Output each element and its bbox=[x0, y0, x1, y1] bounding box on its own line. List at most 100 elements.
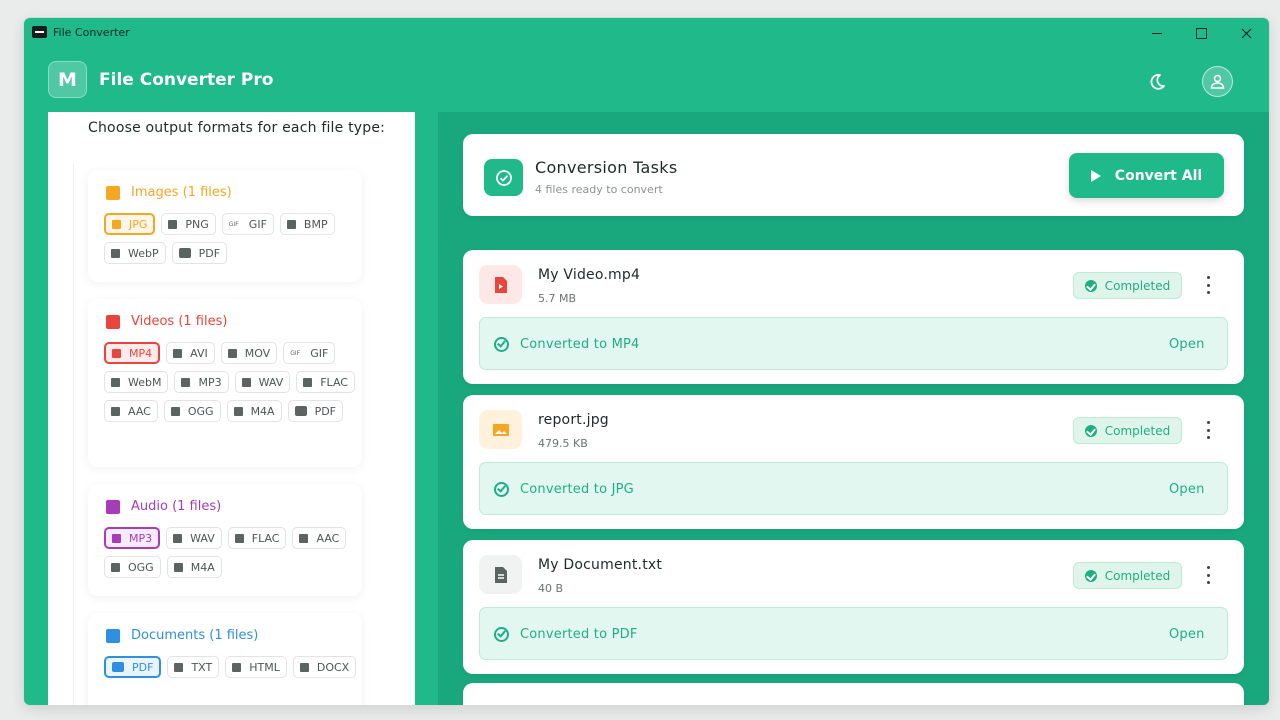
format-chip[interactable]: WebM bbox=[104, 371, 169, 393]
format-chip[interactable]: HTML bbox=[225, 656, 287, 678]
format-chip[interactable]: MP3 bbox=[104, 527, 161, 549]
format-chip[interactable]: MOV bbox=[220, 342, 278, 364]
format-chip[interactable]: FLAC bbox=[296, 371, 355, 393]
convert-all-button[interactable]: Convert All bbox=[1069, 153, 1224, 198]
open-button[interactable]: Open bbox=[1169, 627, 1205, 642]
format-icon bbox=[112, 219, 121, 229]
format-group-label: Documents (1 files) bbox=[131, 628, 259, 643]
format-group-title: Documents (1 files) bbox=[106, 628, 258, 643]
format-icon bbox=[234, 533, 244, 543]
file-card: report.jpg 479.5 KB Completed Converted to … bbox=[463, 395, 1244, 529]
more-options-button[interactable] bbox=[1203, 421, 1213, 439]
app-title: File Converter Pro bbox=[99, 70, 274, 90]
user-account-button[interactable] bbox=[1202, 66, 1233, 97]
format-group-label: Videos (1 files) bbox=[131, 314, 228, 329]
format-icon: GIF bbox=[290, 349, 301, 357]
format-chip[interactable]: FLAC bbox=[227, 527, 287, 549]
format-icon bbox=[227, 348, 237, 358]
app-logo: M bbox=[48, 61, 87, 98]
tasks-panel: Conversion Tasks 4 files ready to conver… bbox=[438, 112, 1269, 705]
format-chip[interactable]: DOCX bbox=[292, 656, 357, 678]
format-chip[interactable]: AAC bbox=[292, 527, 347, 549]
format-chip-label: MP3 bbox=[198, 375, 222, 389]
open-button[interactable]: Open bbox=[1169, 337, 1205, 352]
kebab-icon bbox=[1206, 573, 1210, 577]
file-size: 5.7 MB bbox=[538, 292, 577, 305]
file-name: My Video.mp4 bbox=[538, 267, 641, 283]
format-group: Videos (1 files) MP4 AVI MOV GIF GIF WebM MP3 WA… bbox=[88, 299, 362, 467]
format-chip[interactable]: WebP bbox=[104, 242, 166, 264]
format-chip[interactable]: PNG bbox=[161, 213, 216, 235]
format-chip[interactable]: GIF GIF bbox=[221, 213, 274, 235]
kebab-icon bbox=[1206, 421, 1210, 424]
format-chip-label: MP4 bbox=[129, 346, 153, 360]
status-label: Completed bbox=[1104, 568, 1171, 583]
format-chip[interactable]: AAC bbox=[104, 400, 158, 422]
minimize-button[interactable] bbox=[1140, 22, 1174, 44]
status-badge: Completed bbox=[1073, 562, 1182, 589]
format-sidebar: Choose output formats for each file type… bbox=[48, 112, 415, 705]
format-chip[interactable]: OGG bbox=[104, 556, 161, 578]
format-chip[interactable]: AVI bbox=[166, 342, 215, 364]
more-options-button[interactable] bbox=[1203, 276, 1213, 294]
maximize-button[interactable] bbox=[1184, 22, 1218, 44]
close-button[interactable] bbox=[1229, 22, 1263, 44]
file-name: My Document.txt bbox=[538, 557, 663, 573]
format-chip[interactable]: MP4 bbox=[104, 342, 161, 364]
document-file-icon bbox=[479, 555, 522, 594]
file-size: 479.5 KB bbox=[538, 437, 588, 450]
check-circle-icon bbox=[494, 627, 509, 642]
check-circle-icon bbox=[494, 482, 509, 497]
result-text: Converted to MP4 bbox=[520, 337, 640, 352]
format-chip-list: JPG PNG GIF GIF BMP WebP PDF bbox=[104, 213, 364, 264]
format-chip[interactable]: M4A bbox=[166, 556, 222, 578]
format-icon: GIF bbox=[228, 220, 239, 228]
file-type-icon bbox=[106, 185, 120, 200]
format-chip[interactable]: TXT bbox=[167, 656, 220, 678]
theme-toggle-button[interactable] bbox=[1143, 67, 1171, 95]
open-button[interactable]: Open bbox=[1169, 482, 1205, 497]
format-icon bbox=[303, 377, 313, 387]
format-icon bbox=[181, 377, 191, 387]
format-chip[interactable]: OGG bbox=[163, 400, 221, 422]
video-file-icon bbox=[479, 265, 522, 304]
format-chip-label: GIF bbox=[248, 217, 267, 231]
format-icon bbox=[173, 348, 183, 358]
format-icon bbox=[112, 533, 121, 543]
format-chip-label: AVI bbox=[190, 346, 208, 360]
format-icon bbox=[112, 348, 121, 358]
format-icon bbox=[294, 406, 307, 416]
kebab-icon bbox=[1206, 428, 1210, 432]
check-circle-icon bbox=[495, 169, 512, 186]
format-chip[interactable]: MP3 bbox=[174, 371, 229, 393]
check-circle-icon bbox=[1084, 424, 1097, 437]
title-bar: File Converter bbox=[24, 18, 1269, 48]
format-chip[interactable]: BMP bbox=[279, 213, 335, 235]
format-chip[interactable]: PDF bbox=[171, 242, 228, 264]
file-card: My Video.mp4 5.7 MB Completed Converted to … bbox=[463, 250, 1244, 384]
tasks-title: Conversion Tasks bbox=[535, 158, 678, 177]
format-chip[interactable]: GIF GIF bbox=[283, 342, 336, 364]
format-chip-label: OGG bbox=[187, 404, 214, 418]
format-group-title: Videos (1 files) bbox=[106, 314, 227, 329]
status-label: Completed bbox=[1104, 423, 1171, 438]
format-chip[interactable]: PDF bbox=[287, 400, 344, 422]
check-circle-icon bbox=[1084, 279, 1097, 292]
format-chip[interactable]: WAV bbox=[166, 527, 222, 549]
format-chip-label: AAC bbox=[316, 531, 340, 545]
format-group: Documents (1 files) PDF TXT HTML DOCX bbox=[88, 613, 362, 705]
app-window: File Converter M File Converter Pro Choo… bbox=[24, 18, 1269, 705]
format-chip[interactable]: M4A bbox=[226, 400, 282, 422]
kebab-icon bbox=[1206, 581, 1210, 584]
format-chip-label: WAV bbox=[258, 375, 284, 389]
convert-all-label: Convert All bbox=[1114, 167, 1203, 184]
format-chip-label: GIF bbox=[310, 346, 329, 360]
format-chip[interactable]: PDF bbox=[104, 656, 162, 678]
result-text: Converted to PDF bbox=[520, 627, 638, 642]
more-options-button[interactable] bbox=[1203, 566, 1213, 584]
format-icon bbox=[111, 377, 120, 387]
format-chip[interactable]: WAV bbox=[234, 371, 291, 393]
format-chip[interactable]: JPG bbox=[104, 213, 156, 235]
format-icon bbox=[286, 219, 296, 229]
file-name: report.jpg bbox=[538, 412, 609, 428]
